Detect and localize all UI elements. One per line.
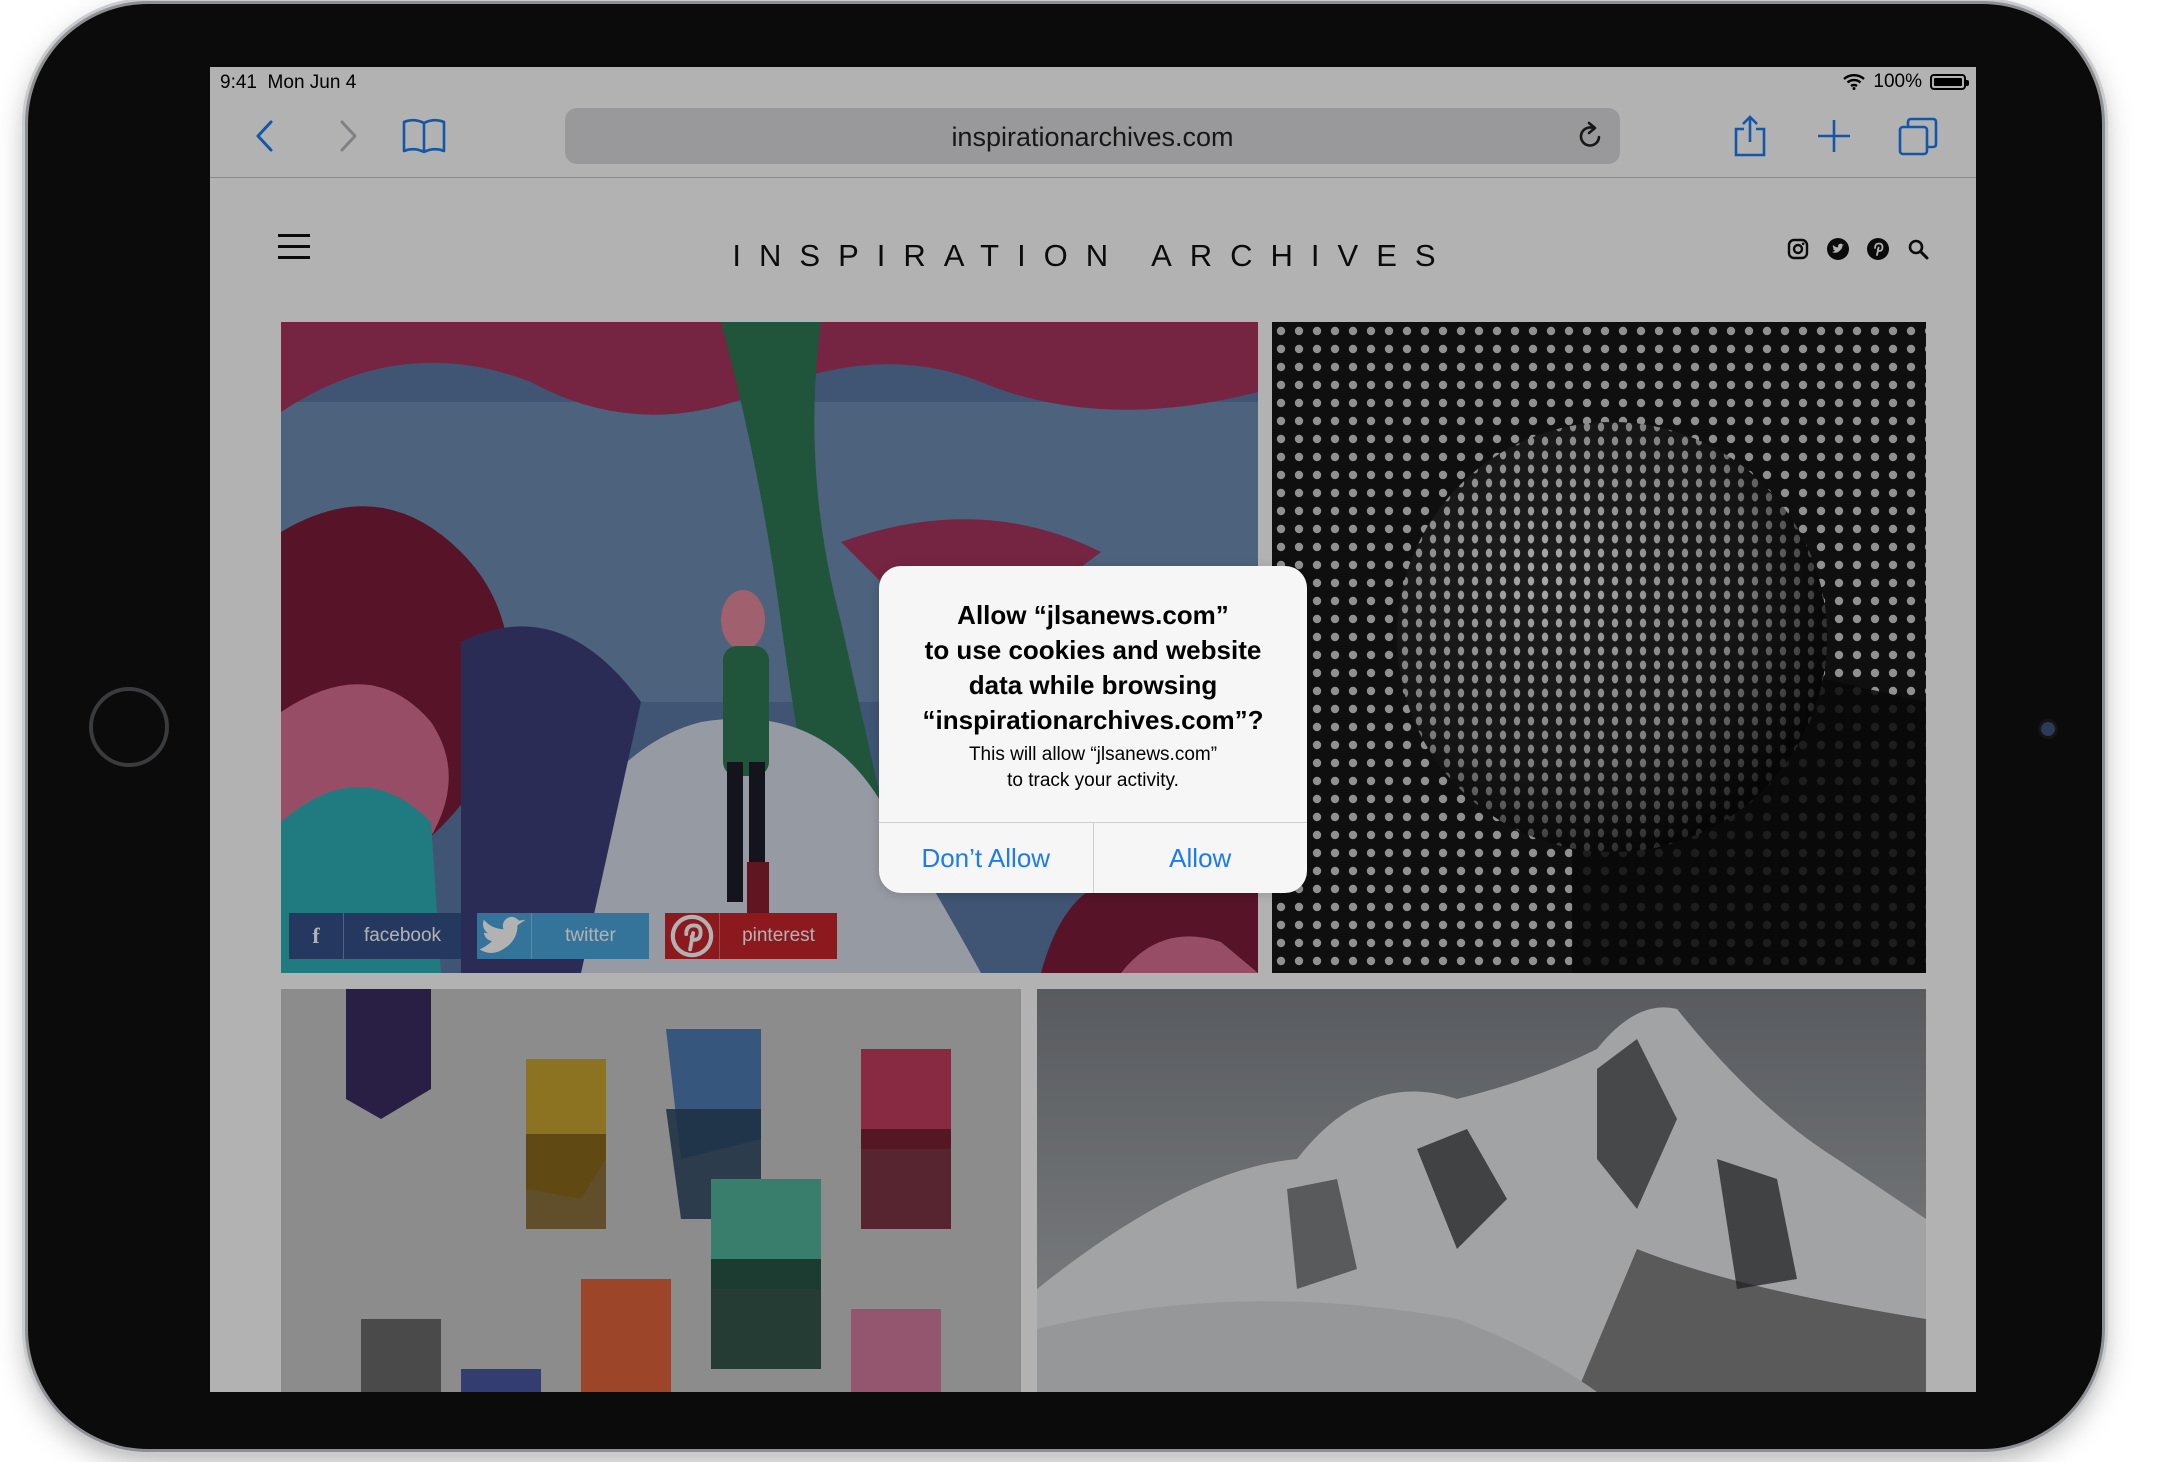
- screen: 9:41 Mon Jun 4 100% inspirationarchives.…: [210, 67, 1976, 1392]
- alert-message-line: This will allow “jlsanews.com”: [968, 744, 1218, 765]
- alert-title-line: Allow “jlsanews.com”: [957, 600, 1229, 630]
- alert-message: This will allow “jlsanews.com” to track …: [899, 742, 1287, 794]
- ipad-device: 9:41 Mon Jun 4 100% inspirationarchives.…: [28, 4, 2102, 1449]
- alert-title-line: “inspirationarchives.com”?: [922, 705, 1264, 735]
- alert-message-line: to track your activity.: [1007, 770, 1179, 791]
- alert-title-line: to use cookies and website: [924, 635, 1262, 665]
- alert-title-line: data while browsing: [968, 670, 1218, 700]
- dont-allow-button[interactable]: Don’t Allow: [879, 823, 1093, 893]
- allow-button[interactable]: Allow: [1092, 823, 1308, 893]
- home-button[interactable]: [89, 687, 169, 767]
- alert-buttons: Don’t Allow Allow: [879, 822, 1307, 893]
- cookie-permission-alert: Allow “jlsanews.com” to use cookies and …: [879, 566, 1307, 893]
- alert-title: Allow “jlsanews.com” to use cookies and …: [899, 598, 1287, 738]
- front-camera: [2041, 722, 2055, 736]
